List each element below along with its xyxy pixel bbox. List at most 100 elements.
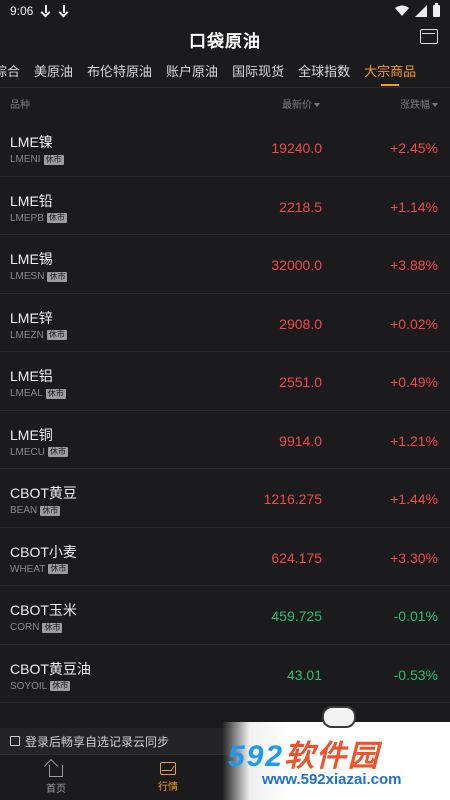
item-change: -0.53% [393,666,438,683]
sort-icon [432,102,438,107]
nav-home-label: 首页 [46,783,66,795]
column-price-label: 最新价 [282,99,312,111]
nav-quotes[interactable]: 行情 [112,755,224,800]
tab-global-index[interactable]: 全球指数 [291,56,357,87]
column-change[interactable]: 涨跌幅 [400,96,438,111]
item-price: 1216.275 [263,491,322,507]
item-code: LMESN [10,271,45,282]
item-change: +3.88% [390,257,438,273]
item-change: +1.44% [390,491,438,507]
item-price: 624.175 [271,549,322,566]
list-item[interactable]: LME铅 LMEPB 休市 2218.5 +1.14% [0,177,450,235]
column-header: 品种 最新价 涨跌幅 [0,88,450,118]
item-name: CBOT小麦 [10,543,77,560]
item-code: LMECU [10,446,46,458]
download-icon-2 [59,5,69,17]
download-icon [41,5,51,17]
nav-quotes-label: 行情 [158,782,178,793]
tab-brent-crude[interactable]: 布伦特原油 [80,56,159,87]
watermark-text: 软件园 [284,740,381,773]
item-code-wrap: CORN 休市 [10,622,63,633]
item-price: 2218.5 [279,198,322,215]
battery-icon [433,3,440,17]
app-header: 口袋原油 [0,22,450,56]
item-code-wrap: LMEPB 休市 [10,213,67,224]
item-name: CBOT玉米 [10,602,77,618]
tab-composite[interactable]: 综合 [0,56,27,87]
status-bar: 9:06 [0,0,450,22]
status-badge: 休市 [47,271,68,282]
item-code-wrap: LMEAL 休市 [10,388,66,399]
app-title: 口袋原油 [189,31,261,51]
list-item[interactable]: LME铝 LMEAL 休市 2551.0 +0.49% [0,352,450,411]
item-price: 43.01 [286,666,322,683]
status-badge: 休市 [40,505,61,516]
item-name: LME铅 [10,192,53,209]
tab-us-crude[interactable]: 美原油 [27,56,80,87]
item-change: +3.30% [390,549,438,566]
list-item[interactable]: LME锌 LMEZN 休市 2908.0 +0.02% [0,294,450,352]
tab-intl-spot[interactable]: 国际现货 [225,56,291,87]
item-name: LME镍 [10,134,53,150]
status-badge: 休市 [48,447,69,457]
watermark-url: www.592xiazai.com [262,771,402,788]
list-item[interactable]: LME锡 LMESN 休市 32000.0 +3.88% [0,235,450,294]
list-item[interactable]: CBOT玉米 CORN 休市 459.725 -0.01% [0,586,450,645]
quote-list: LME镍 LMENI 休市 19240.0 +2.45% LME铅 LMEPB 休市 2218.… [0,118,450,728]
message-icon[interactable] [420,29,438,44]
status-badge: 休市 [50,681,71,691]
status-badge: 休市 [43,154,64,165]
sort-icon [314,102,320,107]
status-badge: 休市 [45,388,66,399]
list-item[interactable]: LME铜 LMECU 休市 9914.0 +1.21% [0,411,450,469]
item-code-wrap: LMENI 休市 [10,154,64,165]
item-code-wrap: SOYOIL 休市 [10,680,71,692]
watermark-logo: 592软件园 [228,731,380,775]
item-code-wrap: WHEAT 休市 [10,563,69,575]
item-code: BEAN [10,505,38,516]
item-change: -0.01% [393,608,438,624]
status-time: 9:06 [10,4,34,18]
watermark-number: 592 [228,740,285,773]
status-badge: 休市 [46,330,67,340]
item-price: 19240.0 [271,140,322,156]
status-badge: 休市 [46,213,67,223]
item-price: 2551.0 [279,374,322,390]
status-badge: 休市 [42,622,63,633]
list-item[interactable]: CBOT黄豆 BEAN 休市 1216.275 +1.44% [0,469,450,528]
column-change-label: 涨跌幅 [400,99,430,111]
home-icon [49,764,63,777]
column-price[interactable]: 最新价 [282,96,320,111]
item-code-wrap: LMESN 休市 [10,271,68,282]
item-change: +0.49% [390,374,438,390]
item-code: SOYOIL [10,680,48,692]
item-change: +1.21% [390,432,438,449]
signal-icon [415,5,427,17]
item-name: CBOT黄豆油 [10,660,91,677]
gamepad-icon [322,706,356,728]
item-name: LME铜 [10,426,53,443]
item-code: LMENI [10,154,41,165]
item-price: 2908.0 [279,315,322,332]
tab-account-crude[interactable]: 账户原油 [159,56,225,87]
list-item[interactable]: CBOT黄豆油 SOYOIL 休市 43.01 -0.53% [0,645,450,703]
tab-commodities[interactable]: 大宗商品 [357,56,423,87]
item-change: +0.02% [390,315,438,332]
item-name: LME锌 [10,309,53,326]
login-prompt-text: 登录后畅享自选记录云同步 [25,734,170,749]
item-name: LME锡 [10,251,53,267]
category-tabs: 综合 美原油 布伦特原油 账户原油 国际现货 全球指数 大宗商品 [0,56,450,88]
quote-icon [160,762,176,775]
item-code: LMEPB [10,212,44,224]
list-item[interactable]: CBOT小麦 WHEAT 休市 624.175 +3.30% [0,528,450,586]
item-change: +2.45% [390,140,438,156]
item-name: CBOT黄豆 [10,485,77,501]
item-code: CORN [10,622,40,633]
column-name: 品种 [10,99,30,111]
item-code-wrap: LMEZN 休市 [10,330,67,341]
speaker-icon [10,736,20,746]
list-item[interactable]: LME镍 LMENI 休市 19240.0 +2.45% [0,118,450,177]
status-badge: 休市 [48,564,69,574]
nav-home[interactable]: 首页 [0,755,112,800]
item-code: WHEAT [10,563,46,575]
